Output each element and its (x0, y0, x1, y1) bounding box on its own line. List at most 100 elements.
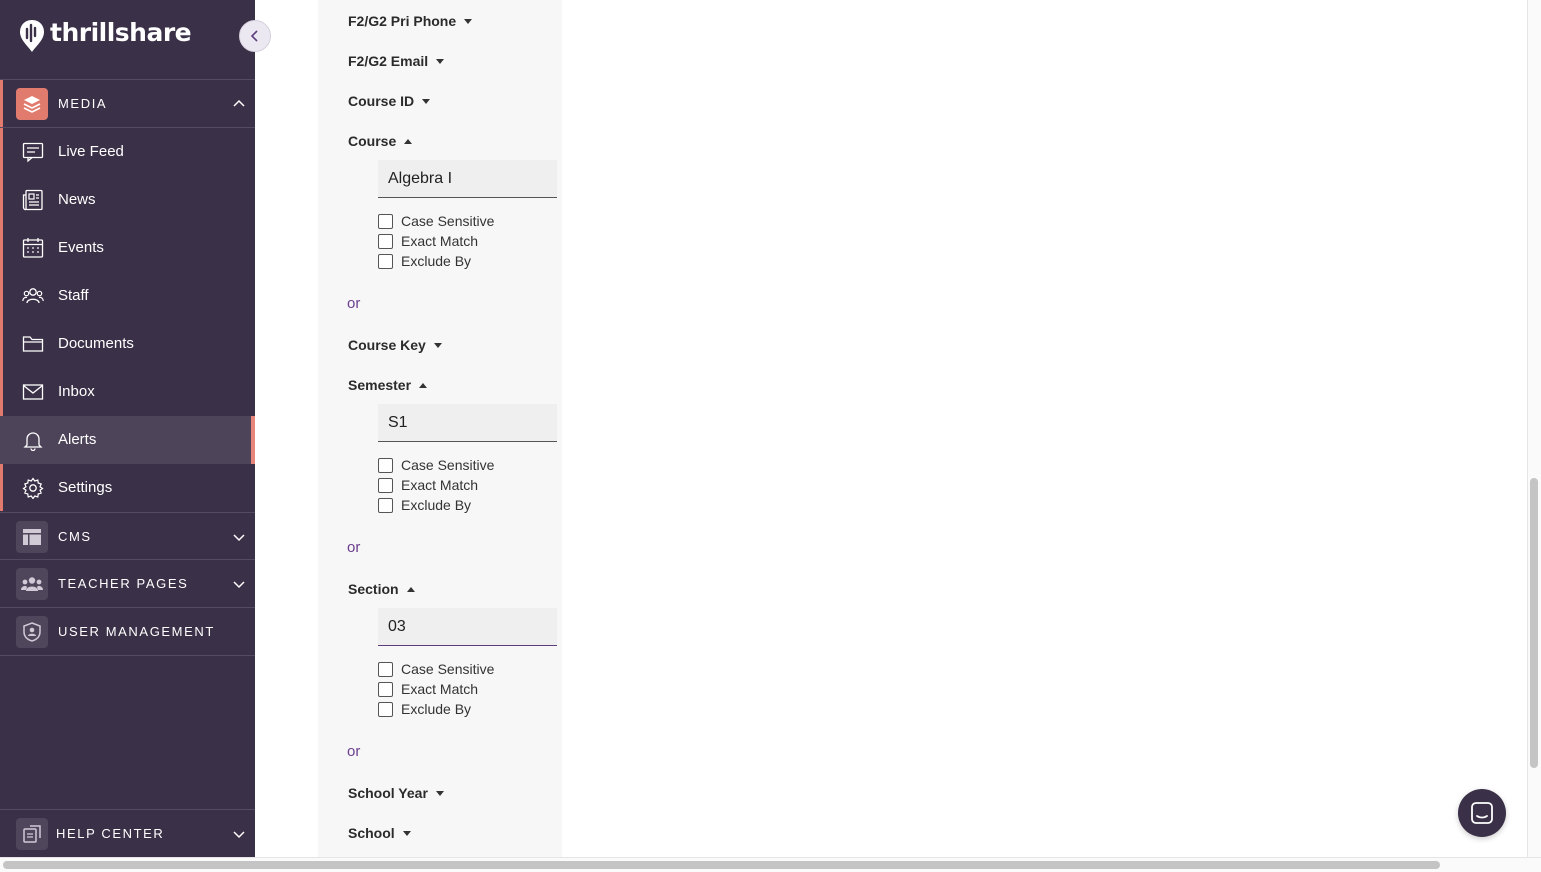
semester-case-sensitive-checkbox[interactable]: Case Sensitive (378, 457, 494, 473)
sidebar-item-alerts[interactable]: Alerts (0, 416, 255, 464)
filter-course-id[interactable]: Course ID (348, 93, 431, 109)
sidebar-item-live-feed[interactable]: Live Feed (0, 128, 255, 176)
checkbox-box[interactable] (378, 213, 393, 229)
section-teacher-pages-label: TEACHER PAGES (58, 576, 189, 591)
checkbox-box[interactable] (378, 457, 393, 473)
section-cms[interactable]: CMS (0, 512, 255, 560)
semester-exclude-by-checkbox[interactable]: Exclude By (378, 497, 471, 513)
course-case-sensitive-checkbox[interactable]: Case Sensitive (378, 213, 494, 229)
caret-down-icon (436, 58, 445, 64)
chevron-left-icon (250, 30, 258, 42)
section-cms-label: CMS (58, 528, 92, 544)
semester-exact-match-checkbox[interactable]: Exact Match (378, 477, 478, 493)
sidebar-item-events[interactable]: Events (0, 224, 255, 272)
section-help-center-label: HELP CENTER (56, 826, 165, 841)
envelope-icon (22, 384, 44, 400)
chevron-down-icon (233, 831, 245, 839)
sidebar-item-label: Live Feed (58, 143, 124, 160)
checkbox-box[interactable] (378, 477, 393, 493)
section-teacher-pages[interactable]: TEACHER PAGES (0, 560, 255, 608)
course-exact-match-checkbox[interactable]: Exact Match (378, 233, 478, 249)
sidebar-item-label: Events (58, 239, 104, 256)
thrillshare-logo-icon (20, 20, 44, 52)
filter-label: School (348, 825, 395, 841)
section-exact-match-checkbox[interactable]: Exact Match (378, 681, 478, 697)
filter-school-year[interactable]: School Year (348, 785, 444, 801)
section-help-center[interactable]: HELP CENTER (0, 809, 255, 857)
section-or-link[interactable]: or (347, 743, 360, 760)
filter-f2g2-pri-phone[interactable]: F2/G2 Pri Phone (348, 13, 473, 29)
help-icon (16, 818, 48, 850)
checkbox-label: Exact Match (401, 233, 479, 249)
sidebar-item-label: Inbox (58, 383, 95, 400)
course-input[interactable] (378, 160, 557, 198)
vertical-scrollbar-thumb[interactable] (1530, 478, 1538, 768)
checkbox-label: Exact Match (401, 477, 479, 493)
caret-down-icon (464, 18, 473, 24)
checkbox-box[interactable] (378, 661, 393, 677)
caret-up-icon (404, 138, 413, 144)
semester-input[interactable] (378, 404, 557, 442)
brand-name: thrillshare (50, 18, 192, 47)
section-user-management-label: USER MANAGEMENT (58, 624, 215, 639)
filter-label: Course (348, 133, 397, 149)
sidebar-item-documents[interactable]: Documents (0, 320, 255, 368)
caret-down-icon (422, 98, 431, 104)
folder-icon (22, 336, 44, 352)
chevron-down-icon (233, 581, 245, 589)
sidebar-item-label: News (58, 191, 96, 208)
section-input[interactable] (378, 608, 557, 646)
filter-course[interactable]: Course (348, 133, 413, 149)
checkbox-label: Case Sensitive (401, 661, 495, 677)
chevron-up-icon (233, 99, 245, 107)
checkbox-box[interactable] (378, 497, 393, 513)
checkbox-label: Case Sensitive (401, 213, 495, 229)
horizontal-scrollbar-thumb[interactable] (3, 861, 1440, 869)
sidebar-item-settings[interactable]: Settings (0, 464, 255, 512)
checkbox-box[interactable] (378, 701, 393, 717)
section-exclude-by-checkbox[interactable]: Exclude By (378, 701, 471, 717)
filter-f2g2-email[interactable]: F2/G2 Email (348, 53, 445, 69)
course-or-link[interactable]: or (347, 295, 360, 312)
people-icon (16, 568, 48, 600)
section-media-label: MEDIA (58, 96, 108, 111)
checkbox-label: Case Sensitive (401, 457, 495, 473)
sidebar-item-staff[interactable]: Staff (0, 272, 255, 320)
section-case-sensitive-checkbox[interactable]: Case Sensitive (378, 661, 494, 677)
checkbox-label: Exclude By (401, 497, 472, 513)
sidebar-item-label: Documents (58, 335, 134, 352)
filter-section[interactable]: Section (348, 581, 415, 597)
section-media[interactable]: MEDIA (0, 80, 255, 128)
news-icon (22, 189, 43, 211)
calendar-icon (22, 238, 44, 258)
checkbox-box[interactable] (378, 681, 393, 697)
layers-icon (16, 88, 48, 120)
sidebar-item-inbox[interactable]: Inbox (0, 368, 255, 416)
collapse-sidebar-button[interactable] (239, 20, 271, 52)
live-feed-icon (22, 142, 44, 163)
brand-header: thrillshare (0, 0, 255, 80)
checkbox-label: Exclude By (401, 253, 472, 269)
filter-semester[interactable]: Semester (348, 377, 428, 393)
checkbox-box[interactable] (378, 253, 393, 269)
checkbox-box[interactable] (378, 233, 393, 249)
checkbox-label: Exact Match (401, 681, 479, 697)
filter-label: Course Key (348, 337, 426, 353)
caret-down-icon (435, 790, 444, 796)
chat-launcher-button[interactable] (1458, 789, 1506, 837)
section-user-management[interactable]: USER MANAGEMENT (0, 608, 255, 656)
shield-user-icon (16, 616, 48, 648)
gear-icon (22, 477, 44, 499)
filter-label: School Year (348, 785, 428, 801)
filter-school[interactable]: School (348, 825, 411, 841)
sidebar-item-news[interactable]: News (0, 176, 255, 224)
filter-label: Section (348, 581, 399, 597)
semester-or-link[interactable]: or (347, 539, 360, 556)
filter-course-key[interactable]: Course Key (348, 337, 442, 353)
sidebar-item-label: Alerts (58, 431, 97, 448)
sidebar: thrillshare MEDIA Live Feed News Events … (0, 0, 271, 857)
filter-label: F2/G2 Email (348, 53, 429, 69)
course-exclude-by-checkbox[interactable]: Exclude By (378, 253, 471, 269)
filter-label: F2/G2 Pri Phone (348, 13, 457, 29)
sidebar-item-label: Settings (58, 479, 113, 496)
